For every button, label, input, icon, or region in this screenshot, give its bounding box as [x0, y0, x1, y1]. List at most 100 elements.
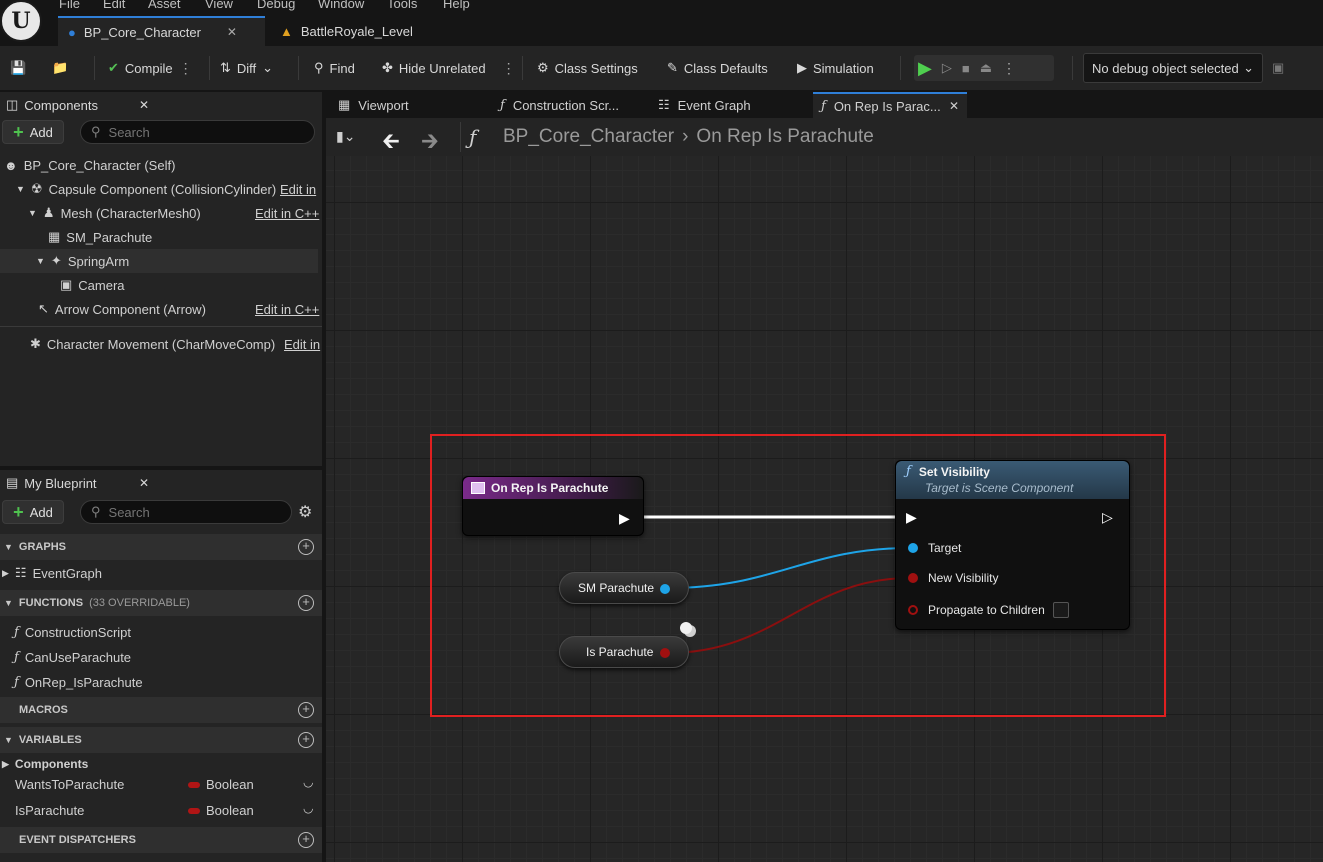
menu-edit[interactable]: Edit	[103, 0, 125, 11]
add-member-button[interactable]: + Add	[2, 500, 64, 524]
simulation-button[interactable]: ▶ Simulation	[793, 55, 878, 81]
component-capsule[interactable]: ▼ ☢ Capsule Component (CollisionCylinder…	[16, 177, 322, 201]
menu-tools[interactable]: Tools	[387, 0, 417, 11]
eject-icon[interactable]: ⏏	[980, 60, 992, 76]
function-item-canuseparachute[interactable]: ƒ CanUseParachute	[14, 646, 131, 668]
blueprint-graph-canvas[interactable]: On Rep Is Parachute ▶ ƒ Set Visibility T…	[326, 156, 1323, 862]
graphs-section-header[interactable]: ▼ GRAPHS +	[0, 534, 322, 560]
function-item-onrep-isparachute[interactable]: ƒ OnRep_IsParachute	[14, 671, 143, 693]
functions-section-header[interactable]: ▼ FUNCTIONS (33 OVERRIDABLE) +	[0, 590, 322, 616]
add-component-button[interactable]: + Add	[2, 120, 64, 144]
close-icon[interactable]: ✕	[949, 99, 959, 113]
close-icon[interactable]: ✕	[139, 98, 149, 112]
class-defaults-button[interactable]: ✎ Class Defaults	[663, 55, 772, 81]
tab-battleroyale-level[interactable]: ▲ BattleRoyale_Level	[270, 16, 423, 46]
new-visibility-pin-icon[interactable]	[908, 573, 918, 583]
stop-icon[interactable]: ■	[962, 61, 970, 76]
component-label: Arrow Component (Arrow)	[54, 301, 206, 317]
exec-in-pin-icon[interactable]: ▶	[906, 509, 917, 526]
function-entry-node[interactable]: On Rep Is Parachute ▶	[462, 476, 644, 536]
exec-out-pin-icon[interactable]: ▷	[1102, 509, 1113, 526]
play-options-icon[interactable]: ⋮	[1002, 60, 1016, 77]
event-dispatchers-section-header[interactable]: EVENT DISPATCHERS +	[0, 827, 322, 853]
propagate-pin-icon[interactable]	[908, 605, 918, 615]
tab-event-graph[interactable]: ☷ Event Graph	[650, 92, 759, 118]
boolean-type-icon	[188, 782, 200, 788]
get-sm-parachute-node[interactable]: SM Parachute	[559, 572, 689, 604]
component-arrow[interactable]: ↖ Arrow Component (Arrow) Edit in C++	[38, 297, 322, 321]
tab-on-rep-is-parachute[interactable]: ƒ On Rep Is Parac... ✕	[813, 92, 967, 118]
menu-help[interactable]: Help	[443, 0, 470, 11]
variable-type[interactable]: Boolean	[206, 777, 254, 792]
component-mesh[interactable]: ▼ ♟ Mesh (CharacterMesh0) Edit in C++	[28, 201, 322, 225]
breadcrumb-root[interactable]: BP_Core_Character	[503, 126, 674, 148]
component-character-movement[interactable]: ✱ Character Movement (CharMoveComp) Edit…	[30, 332, 322, 356]
menu-debug[interactable]: Debug	[257, 0, 295, 11]
variable-row-wantstoparachute[interactable]: WantsToParachute Boolean ◡	[0, 773, 322, 797]
components-search-input[interactable]	[108, 124, 279, 140]
component-self[interactable]: ☻ BP_Core_Character (Self)	[4, 153, 175, 177]
bookmark-icon[interactable]: ▮⌄	[336, 128, 355, 145]
propagate-checkbox[interactable]	[1053, 602, 1069, 618]
menu-view[interactable]: View	[205, 0, 233, 11]
add-variable-icon[interactable]: +	[298, 732, 314, 748]
my-blueprint-search[interactable]: ⚲	[80, 500, 292, 524]
component-sm-parachute[interactable]: ▦ SM_Parachute	[48, 225, 152, 249]
compile-options-icon[interactable]: ⋮	[179, 60, 193, 77]
close-icon[interactable]: ✕	[139, 476, 149, 490]
menu-bar: File Edit Asset View Debug Window Tools …	[0, 0, 1323, 14]
edit-in-link[interactable]: Edit in	[284, 337, 320, 352]
diff-button[interactable]: ⇅ Diff ⌄	[216, 55, 277, 81]
exec-out-pin-icon[interactable]: ▶	[619, 510, 630, 527]
replicated-variable-icon	[680, 622, 692, 634]
section-title: MACROS	[19, 704, 68, 716]
my-blueprint-search-input[interactable]	[108, 504, 259, 520]
edit-in-cpp-link[interactable]: Edit in C++	[255, 302, 319, 317]
play-icon[interactable]: ▶	[918, 58, 932, 79]
components-search[interactable]: ⚲	[80, 120, 315, 144]
variable-type[interactable]: Boolean	[206, 803, 254, 818]
bool-pin-icon[interactable]	[660, 648, 670, 658]
my-blueprint-tab[interactable]: ▤ My Blueprint ✕	[0, 470, 155, 496]
component-springarm[interactable]: ▼ ✦ SpringArm	[0, 249, 318, 273]
variables-section-header[interactable]: ▼ VARIABLES +	[0, 727, 322, 753]
browse-button[interactable]: 📁	[48, 55, 72, 81]
edit-in-cpp-link[interactable]: Edit in C++	[255, 206, 319, 221]
menu-asset[interactable]: Asset	[148, 0, 181, 11]
components-tab[interactable]: ◫ Components ✕	[0, 92, 155, 118]
class-settings-button[interactable]: ⚙ Class Settings	[533, 55, 642, 81]
debug-object-dropdown[interactable]: No debug object selected ⌄	[1083, 53, 1263, 83]
menu-window[interactable]: Window	[318, 0, 364, 11]
set-visibility-node[interactable]: ƒ Set Visibility Target is Scene Compone…	[895, 460, 1130, 630]
unreal-logo[interactable]: U	[0, 0, 42, 42]
add-function-icon[interactable]: +	[298, 595, 314, 611]
step-icon[interactable]: ▷	[942, 60, 952, 76]
find-button[interactable]: ⚲ Find	[310, 55, 359, 81]
add-dispatcher-icon[interactable]: +	[298, 832, 314, 848]
hide-unrelated-options-icon[interactable]: ⋮	[502, 60, 516, 77]
variable-category-components[interactable]: ▶ Components	[2, 753, 88, 775]
edit-in-link[interactable]: Edit in	[280, 182, 316, 197]
menu-file[interactable]: File	[59, 0, 80, 11]
target-pin-icon[interactable]	[908, 543, 918, 553]
tab-viewport[interactable]: ▦ Viewport	[330, 92, 417, 118]
hide-unrelated-button[interactable]: ✤ Hide Unrelated ⋮	[378, 55, 519, 81]
component-camera[interactable]: ▣ Camera	[60, 273, 125, 297]
add-macro-icon[interactable]: +	[298, 702, 314, 718]
add-graph-icon[interactable]: +	[298, 539, 314, 555]
macros-section-header[interactable]: MACROS +	[0, 697, 322, 723]
object-pin-icon[interactable]	[660, 584, 670, 594]
graph-item-eventgraph[interactable]: ▶ ☷ EventGraph	[2, 562, 102, 584]
tab-construction-script[interactable]: ƒ Construction Scr...	[492, 92, 627, 118]
compile-button[interactable]: ✔ Compile ⋮	[104, 55, 196, 81]
get-is-parachute-node[interactable]: Is Parachute	[559, 636, 689, 668]
gear-icon[interactable]: ⚙	[298, 502, 312, 522]
save-button[interactable]: 💾	[6, 55, 30, 81]
tab-bp-core-character[interactable]: ● BP_Core_Character ✕	[58, 16, 265, 46]
eye-closed-icon[interactable]: ◡	[303, 775, 313, 789]
function-item-constructionscript[interactable]: ƒ ConstructionScript	[14, 621, 131, 643]
variable-row-isparachute[interactable]: IsParachute Boolean ◡	[0, 799, 322, 823]
close-icon[interactable]: ✕	[227, 25, 237, 39]
debug-browse-button[interactable]: ▣	[1268, 55, 1288, 81]
eye-closed-icon[interactable]: ◡	[303, 801, 313, 815]
